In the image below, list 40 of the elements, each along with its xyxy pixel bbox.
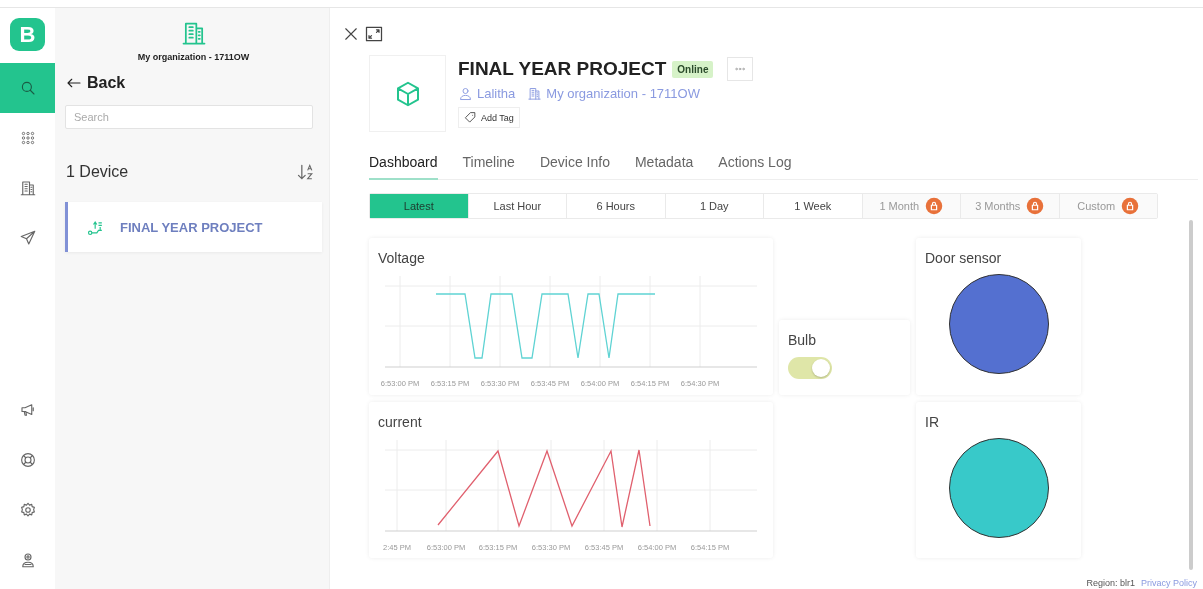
toggle-switch[interactable] <box>788 357 832 379</box>
scrollbar[interactable] <box>1189 220 1193 570</box>
widget-title: Voltage <box>378 250 426 266</box>
lock-icon <box>1121 197 1140 215</box>
lock-icon <box>925 197 944 215</box>
device-list-item[interactable]: FINAL YEAR PROJECT <box>65 202 322 252</box>
more-button[interactable] <box>727 57 754 81</box>
lock-icon <box>1026 197 1045 215</box>
expand-icon <box>364 24 384 44</box>
tab[interactable]: Timeline <box>462 154 515 180</box>
device-title: FINAL YEAR PROJECT <box>458 58 667 80</box>
tab[interactable]: Dashboard <box>369 154 438 180</box>
sort-button[interactable] <box>296 162 316 182</box>
user-icon <box>458 86 473 101</box>
tab[interactable]: Actions Log <box>718 154 792 180</box>
sort-icon <box>296 162 316 182</box>
search-field[interactable]: Search <box>65 105 313 129</box>
widget-title: current <box>378 414 423 430</box>
nav-search-button[interactable] <box>0 63 55 113</box>
back-link[interactable]: Back <box>65 74 126 92</box>
megaphone-icon <box>18 401 37 419</box>
lifebuoy-icon <box>18 451 37 469</box>
device-count: 1 Device <box>66 163 129 181</box>
building-icon <box>18 179 37 197</box>
tag-icon <box>464 111 477 124</box>
widget-title: Door sensor <box>925 250 1003 266</box>
settings-icon <box>18 501 37 519</box>
tab[interactable]: Device Info <box>539 154 610 180</box>
organization-name: My organization - 1711OW <box>137 52 250 62</box>
paper-plane-icon <box>18 229 37 247</box>
widget-title: IR <box>925 414 940 430</box>
building-icon <box>527 86 543 101</box>
status-badge: Online <box>672 60 714 78</box>
expand-button[interactable] <box>364 24 384 44</box>
close-icon <box>342 25 360 43</box>
tab[interactable]: Metadata <box>634 154 694 180</box>
time-range-button[interactable]: Latest <box>370 194 468 218</box>
widget-title: Bulb <box>788 332 818 348</box>
add-tag-button[interactable]: Add Tag <box>458 107 520 128</box>
region-label: Region: blr1 <box>1086 578 1135 588</box>
